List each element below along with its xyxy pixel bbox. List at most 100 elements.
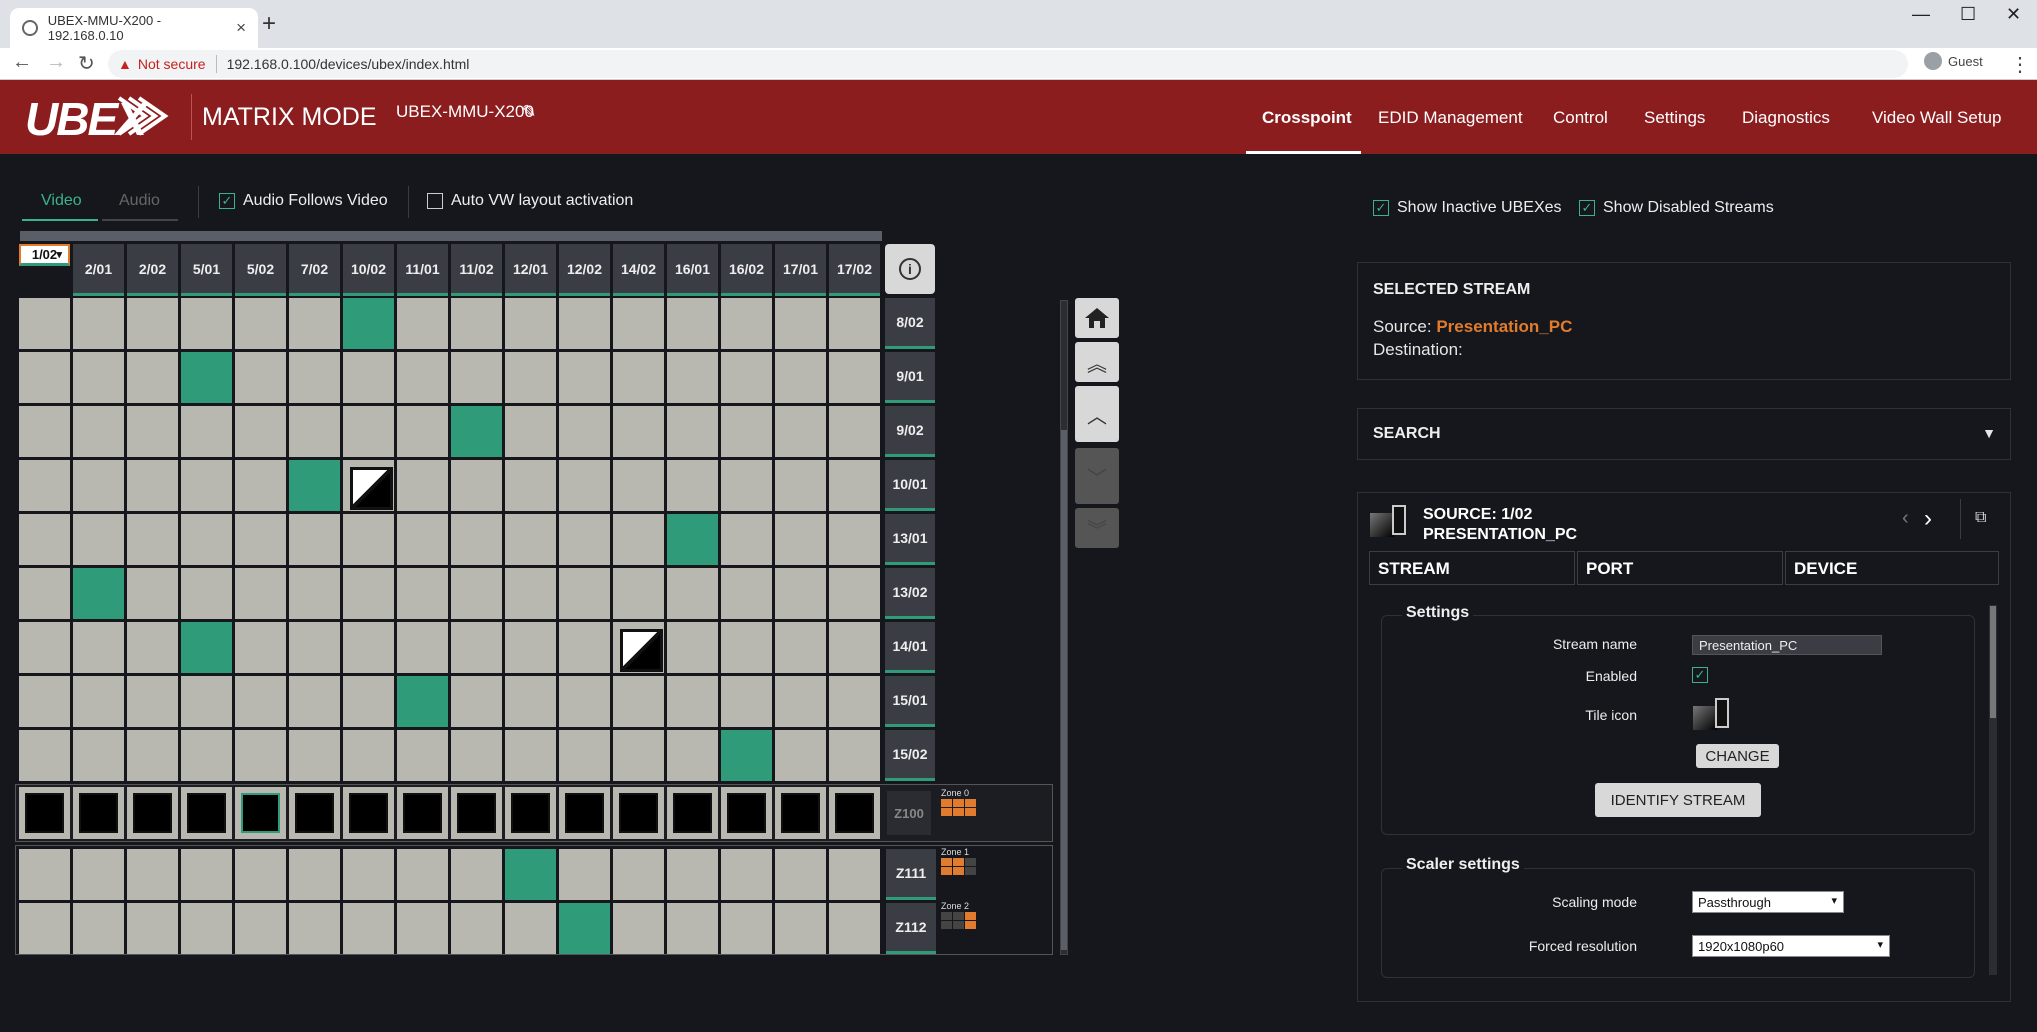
crosspoint-cell[interactable]: [559, 730, 610, 781]
new-tab-icon[interactable]: +: [262, 10, 276, 38]
zone-cell[interactable]: [559, 849, 610, 900]
scaling-mode-select[interactable]: Passthrough: [1692, 891, 1844, 913]
crosspoint-cell[interactable]: [289, 622, 340, 673]
vw-cell[interactable]: [19, 787, 70, 839]
crosspoint-cell[interactable]: [667, 730, 718, 781]
zone-cell[interactable]: [613, 903, 664, 954]
row-header[interactable]: 14/01: [885, 622, 935, 673]
crosspoint-cell[interactable]: [397, 298, 448, 349]
crosspoint-cell[interactable]: [721, 352, 772, 403]
crosspoint-cell[interactable]: [19, 352, 70, 403]
crosspoint-cell[interactable]: [289, 676, 340, 727]
crosspoint-cell[interactable]: [613, 352, 664, 403]
forced-resolution-select[interactable]: 1920x1080p60: [1692, 935, 1890, 957]
vw-cell[interactable]: [127, 787, 178, 839]
crosspoint-cell[interactable]: [343, 352, 394, 403]
zone-cell[interactable]: [181, 903, 232, 954]
column-header[interactable]: 17/01: [775, 244, 826, 296]
crosspoint-cell[interactable]: [397, 514, 448, 565]
crosspoint-cell[interactable]: [127, 406, 178, 457]
crosspoint-cell[interactable]: [775, 460, 826, 511]
edit-icon[interactable]: ✎: [522, 102, 536, 122]
horizontal-scrollbar[interactable]: [20, 231, 882, 241]
zone-cell[interactable]: [235, 903, 286, 954]
menu-icon[interactable]: ⋮: [2010, 52, 2030, 77]
crosspoint-cell[interactable]: [451, 406, 502, 457]
zone-cell[interactable]: [721, 849, 772, 900]
vw-cell[interactable]: [343, 787, 394, 839]
zone1-layout-icon[interactable]: [941, 858, 976, 875]
crosspoint-cell[interactable]: [181, 460, 232, 511]
nav-diagnostics[interactable]: Diagnostics: [1742, 108, 1830, 128]
crosspoint-cell[interactable]: [829, 730, 880, 781]
crosspoint-cell[interactable]: [667, 622, 718, 673]
crosspoint-cell[interactable]: [19, 406, 70, 457]
crosspoint-cell[interactable]: [505, 568, 556, 619]
crosspoint-cell[interactable]: [235, 676, 286, 727]
row-header[interactable]: 9/02: [885, 406, 935, 457]
crosspoint-cell[interactable]: [235, 460, 286, 511]
crosspoint-cell[interactable]: [505, 352, 556, 403]
zone-cell[interactable]: [451, 849, 502, 900]
crosspoint-cell[interactable]: [829, 298, 880, 349]
crosspoint-cell[interactable]: [127, 676, 178, 727]
zone-cell[interactable]: [829, 849, 880, 900]
column-header[interactable]: 1/02: [19, 244, 70, 266]
column-header[interactable]: 11/01: [397, 244, 448, 296]
chevron-right-icon[interactable]: ›: [1924, 505, 1932, 533]
column-header[interactable]: 16/01: [667, 244, 718, 296]
column-header[interactable]: 14/02: [613, 244, 664, 296]
zone-cell[interactable]: [343, 849, 394, 900]
zone-cell[interactable]: [289, 903, 340, 954]
column-header[interactable]: 5/01: [181, 244, 232, 296]
crosspoint-cell[interactable]: [73, 352, 124, 403]
crosspoint-cell[interactable]: [397, 460, 448, 511]
zone-cell[interactable]: [19, 903, 70, 954]
zone-cell[interactable]: [613, 849, 664, 900]
show-inactive-checkbox[interactable]: ✓ Show Inactive UBEXes: [1373, 199, 1562, 217]
crosspoint-cell[interactable]: [235, 730, 286, 781]
crosspoint-cell[interactable]: [559, 622, 610, 673]
crosspoint-cell[interactable]: [775, 352, 826, 403]
crosspoint-cell[interactable]: [829, 352, 880, 403]
crosspoint-cell[interactable]: [505, 622, 556, 673]
vw-cell[interactable]: [235, 787, 286, 839]
crosspoint-cell[interactable]: [73, 514, 124, 565]
crosspoint-cell[interactable]: [451, 676, 502, 727]
enabled-checkbox[interactable]: ✓: [1692, 667, 1708, 683]
crosspoint-cell[interactable]: [721, 568, 772, 619]
zone-cell[interactable]: [775, 849, 826, 900]
crosspoint-cell[interactable]: [721, 298, 772, 349]
crosspoint-cell[interactable]: [505, 730, 556, 781]
crosspoint-cell[interactable]: [289, 568, 340, 619]
zone-cell[interactable]: [397, 903, 448, 954]
row-header[interactable]: 13/02: [885, 568, 935, 619]
row-header[interactable]: 13/01: [885, 514, 935, 565]
crosspoint-cell[interactable]: [289, 298, 340, 349]
column-header[interactable]: 17/02: [829, 244, 880, 296]
crosspoint-cell[interactable]: [559, 352, 610, 403]
scrollbar-thumb[interactable]: [1061, 430, 1067, 950]
profile-button[interactable]: Guest: [1924, 52, 1983, 70]
zone-cell[interactable]: [397, 849, 448, 900]
crosspoint-cell[interactable]: [451, 460, 502, 511]
tab-port[interactable]: PORT: [1577, 551, 1783, 585]
back-icon[interactable]: ←: [12, 51, 32, 74]
crosspoint-cell[interactable]: [613, 514, 664, 565]
zone-cell[interactable]: [505, 849, 556, 900]
crosspoint-cell[interactable]: [829, 622, 880, 673]
nav-video-wall[interactable]: Video Wall Setup: [1872, 108, 2001, 128]
crosspoint-cell[interactable]: [19, 298, 70, 349]
home-button[interactable]: [1075, 298, 1119, 338]
zone-cell[interactable]: [667, 849, 718, 900]
reload-icon[interactable]: ↻: [78, 51, 95, 76]
crosspoint-cell[interactable]: [181, 622, 232, 673]
nav-settings[interactable]: Settings: [1644, 108, 1705, 128]
identify-stream-button[interactable]: IDENTIFY STREAM: [1595, 783, 1761, 817]
zone-cell[interactable]: [181, 849, 232, 900]
zone-row-header[interactable]: Z111: [886, 849, 936, 900]
crosspoint-cell[interactable]: [235, 568, 286, 619]
info-button[interactable]: i: [885, 244, 935, 294]
crosspoint-cell[interactable]: [343, 730, 394, 781]
crosspoint-cell[interactable]: [127, 460, 178, 511]
